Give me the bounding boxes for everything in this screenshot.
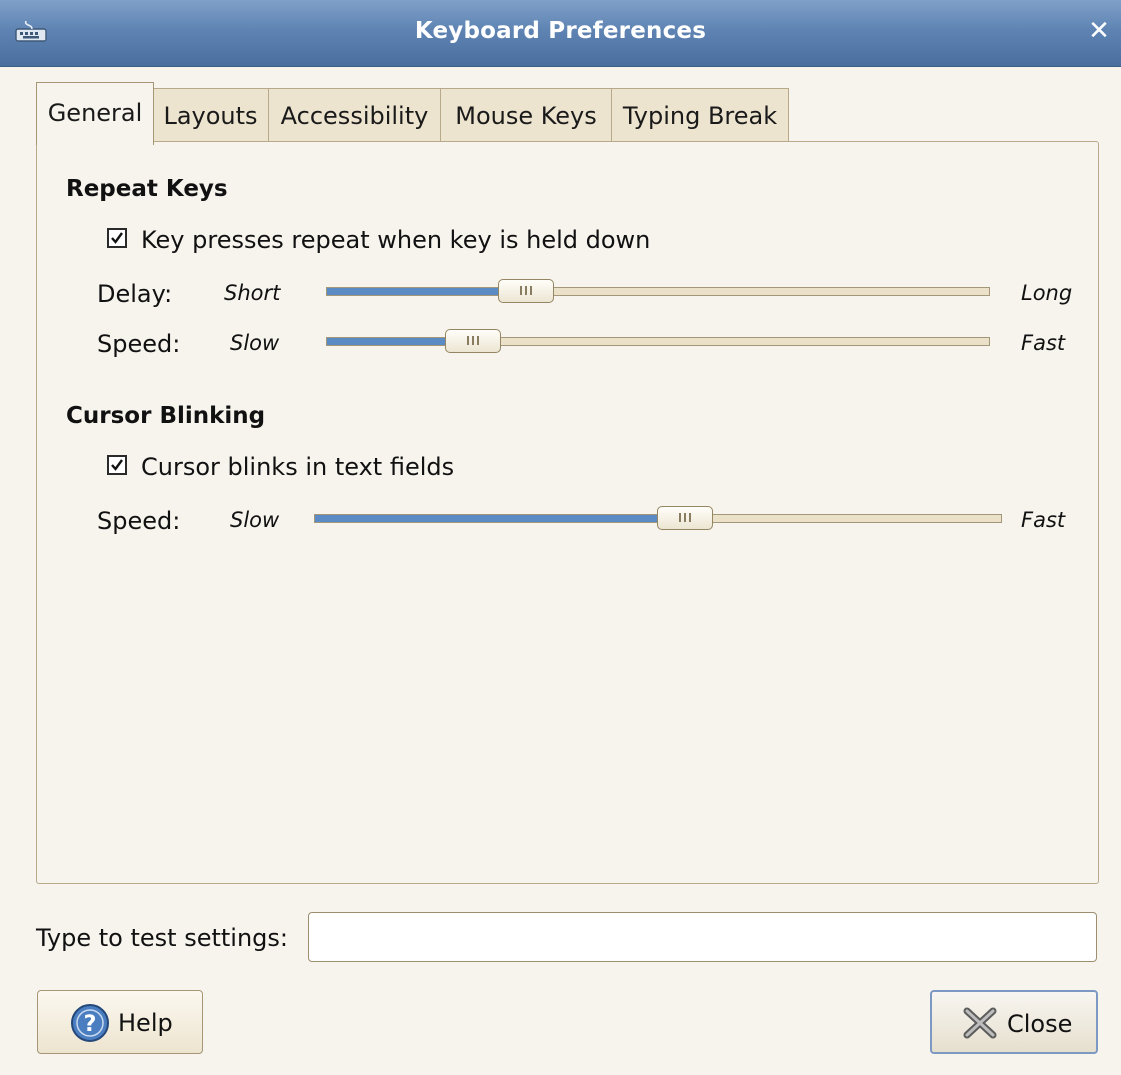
tab-general[interactable]: General	[36, 82, 154, 145]
tab-mouse-keys[interactable]: Mouse Keys	[440, 88, 612, 142]
delay-max-label: Long	[1021, 281, 1073, 305]
blink-speed-min-label: Slow	[230, 508, 280, 532]
help-button-label: Help	[118, 1009, 173, 1037]
repeat-keys-checkbox-label[interactable]: Key presses repeat when key is held down	[141, 226, 650, 254]
close-x-icon	[963, 1007, 997, 1039]
checkmark-icon	[111, 459, 123, 471]
blink-speed-max-label: Fast	[1021, 508, 1066, 532]
title-bar[interactable]: Keyboard Preferences ✕	[0, 0, 1121, 67]
delay-slider-fill	[327, 288, 526, 295]
repeat-speed-min-label: Slow	[230, 331, 280, 355]
tab-typing-break[interactable]: Typing Break	[611, 88, 789, 142]
cursor-blinks-checkbox[interactable]	[107, 455, 127, 475]
cursor-blinking-heading: Cursor Blinking	[66, 403, 266, 429]
blink-speed-slider-thumb[interactable]	[657, 506, 713, 530]
help-icon: ?	[71, 1004, 109, 1042]
repeat-speed-slider-thumb[interactable]	[445, 329, 501, 353]
delay-label: Delay:	[97, 280, 173, 308]
delay-slider-thumb[interactable]	[498, 279, 554, 303]
repeat-keys-heading: Repeat Keys	[66, 176, 228, 202]
blink-speed-label: Speed:	[97, 507, 181, 535]
close-button-label: Close	[1007, 1010, 1073, 1038]
tab-accessibility[interactable]: Accessibility	[268, 88, 441, 142]
tab-layouts[interactable]: Layouts	[152, 88, 269, 142]
svg-text:?: ?	[84, 1012, 97, 1037]
repeat-keys-checkbox[interactable]	[107, 228, 127, 248]
test-settings-input[interactable]	[308, 912, 1097, 962]
keyboard-preferences-window: Keyboard Preferences ✕ General Layouts A…	[0, 0, 1121, 1075]
blink-speed-slider-fill	[315, 515, 685, 522]
window-title: Keyboard Preferences	[414, 18, 707, 44]
repeat-speed-label: Speed:	[97, 330, 181, 358]
checkmark-icon	[111, 232, 123, 244]
delay-min-label: Short	[224, 281, 281, 305]
test-settings-label: Type to test settings:	[36, 924, 288, 952]
blink-speed-slider[interactable]	[314, 506, 1002, 530]
repeat-speed-max-label: Fast	[1021, 331, 1066, 355]
delay-slider[interactable]	[326, 279, 990, 303]
cursor-blinks-checkbox-label[interactable]: Cursor blinks in text fields	[141, 453, 454, 481]
repeat-speed-slider[interactable]	[326, 329, 990, 353]
help-button[interactable]: ? Help	[37, 990, 203, 1054]
close-icon[interactable]: ✕	[1084, 16, 1114, 46]
close-button[interactable]: Close	[930, 990, 1098, 1054]
